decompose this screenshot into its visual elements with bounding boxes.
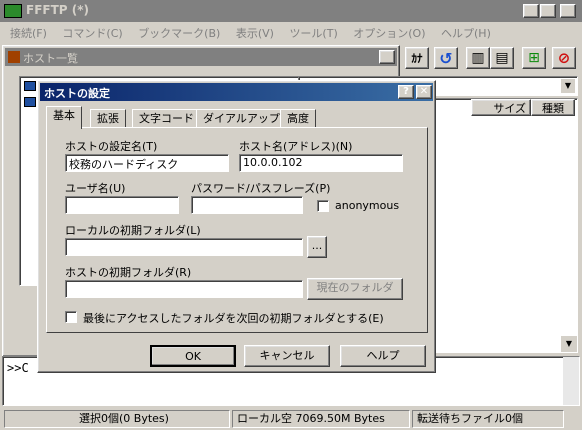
menu-view[interactable]: 表示(V) — [236, 27, 274, 40]
status-local-free: ローカル空 7069.50M Bytes — [232, 410, 410, 428]
current-folder-button[interactable]: 現在のフォルダ — [307, 278, 403, 300]
tab-extended[interactable]: 拡張 — [90, 109, 126, 128]
host-name-label: ホスト名(アドレス)(N) — [239, 140, 353, 153]
menu-options[interactable]: オプション(O) — [353, 27, 425, 40]
dialog-close-button[interactable]: ✕ — [416, 85, 432, 99]
local-folder-field[interactable] — [65, 238, 303, 256]
computer-icon — [24, 97, 36, 107]
app-titlebar: FFFTP (*) _ □ ✕ — [0, 0, 582, 22]
tab-strip: 基本 拡張 文字コード ダイアルアップ 高度 — [46, 106, 432, 129]
col-type-header[interactable]: 種類 — [531, 99, 575, 116]
host-list-close-button[interactable]: ✕ — [379, 50, 395, 64]
anonymous-label: anonymous — [335, 199, 400, 212]
host-settings-dialog: ホストの設定 ? ✕ 基本 拡張 文字コード ダイアルアップ 高度 ホストの設定… — [37, 80, 436, 373]
status-queue: 転送待ちファイル0個 — [412, 410, 564, 428]
last-folder-checkbox[interactable] — [65, 311, 77, 323]
cancel-button[interactable]: キャンセル — [244, 345, 330, 367]
dialog-help-button[interactable]: ? — [398, 85, 414, 99]
host-setting-name-field[interactable]: 校務のハードディスク — [65, 154, 229, 172]
user-label: ユーザ名(U) — [65, 182, 126, 195]
password-label: パスワード/パスフレーズ(P) — [191, 182, 331, 195]
tab-dialup[interactable]: ダイアルアップ — [196, 109, 287, 128]
host-folder-label: ホストの初期フォルダ(R) — [65, 266, 192, 279]
stop-icon[interactable]: ⊘ — [552, 47, 576, 69]
kana-button[interactable]: ｶﾅ — [405, 47, 429, 69]
local-folder-label: ローカルの初期フォルダ(L) — [65, 224, 201, 237]
menu-help[interactable]: ヘルプ(H) — [441, 27, 491, 40]
computer-icon — [24, 81, 36, 91]
app-title: FFFTP (*) — [26, 3, 89, 17]
browse-button[interactable]: ... — [307, 236, 327, 258]
log-text: >>C — [7, 361, 29, 375]
close-button[interactable]: ✕ — [560, 4, 576, 18]
anonymous-checkbox[interactable] — [317, 200, 329, 212]
last-folder-label: 最後にアクセスしたフォルダを次回の初期フォルダとする(E) — [83, 312, 384, 325]
refresh-icon[interactable]: ↺ — [434, 47, 458, 69]
tab-charcode[interactable]: 文字コード — [132, 109, 201, 128]
maximize-button[interactable]: □ — [540, 4, 556, 18]
minimize-button[interactable]: _ — [523, 4, 539, 18]
dialog-titlebar: ホストの設定 ? ✕ — [40, 83, 433, 101]
app-icon — [4, 4, 22, 18]
detail-view-icon[interactable]: ▤ — [490, 47, 514, 69]
chevron-down-icon[interactable]: ▼ — [561, 79, 575, 93]
dialog-title: ホストの設定 — [44, 87, 110, 100]
log-scrollbar[interactable] — [563, 357, 579, 405]
password-field[interactable] — [191, 196, 303, 214]
menu-command[interactable]: コマンド(C) — [62, 27, 122, 40]
host-setting-name-label: ホストの設定名(T) — [65, 140, 158, 153]
status-selection: 選択0個(0 Bytes) — [4, 410, 230, 428]
tree-icon[interactable]: ⊞ — [522, 47, 546, 69]
menu-bookmark[interactable]: ブックマーク(B) — [138, 27, 220, 40]
scrollbar[interactable]: ▼ — [561, 336, 577, 352]
menu-tools[interactable]: ツール(T) — [289, 27, 337, 40]
tab-advanced[interactable]: 高度 — [280, 109, 316, 128]
list-view-icon[interactable]: ▥ — [466, 47, 490, 69]
ok-button[interactable]: OK — [150, 345, 236, 367]
host-list-title: ホスト一覧 — [23, 52, 78, 65]
help-button[interactable]: ヘルプ — [340, 345, 426, 367]
host-list-icon — [8, 51, 20, 63]
status-bar: 選択0個(0 Bytes) ローカル空 7069.50M Bytes 転送待ちフ… — [0, 409, 582, 430]
tab-basic[interactable]: 基本 — [46, 106, 82, 129]
menu-bar: 接続(F) コマンド(C) ブックマーク(B) 表示(V) ツール(T) オプシ… — [10, 25, 570, 41]
host-name-field[interactable]: 10.0.0.102 — [239, 154, 403, 172]
host-folder-field[interactable] — [65, 280, 303, 298]
tab-panel: ホストの設定名(T) 校務のハードディスク ホスト名(アドレス)(N) 10.0… — [46, 127, 428, 333]
host-list-titlebar: ホスト一覧 ✕ — [5, 48, 397, 66]
menu-connect[interactable]: 接続(F) — [10, 27, 47, 40]
col-size-header[interactable]: サイズ — [471, 99, 531, 116]
user-field[interactable] — [65, 196, 179, 214]
